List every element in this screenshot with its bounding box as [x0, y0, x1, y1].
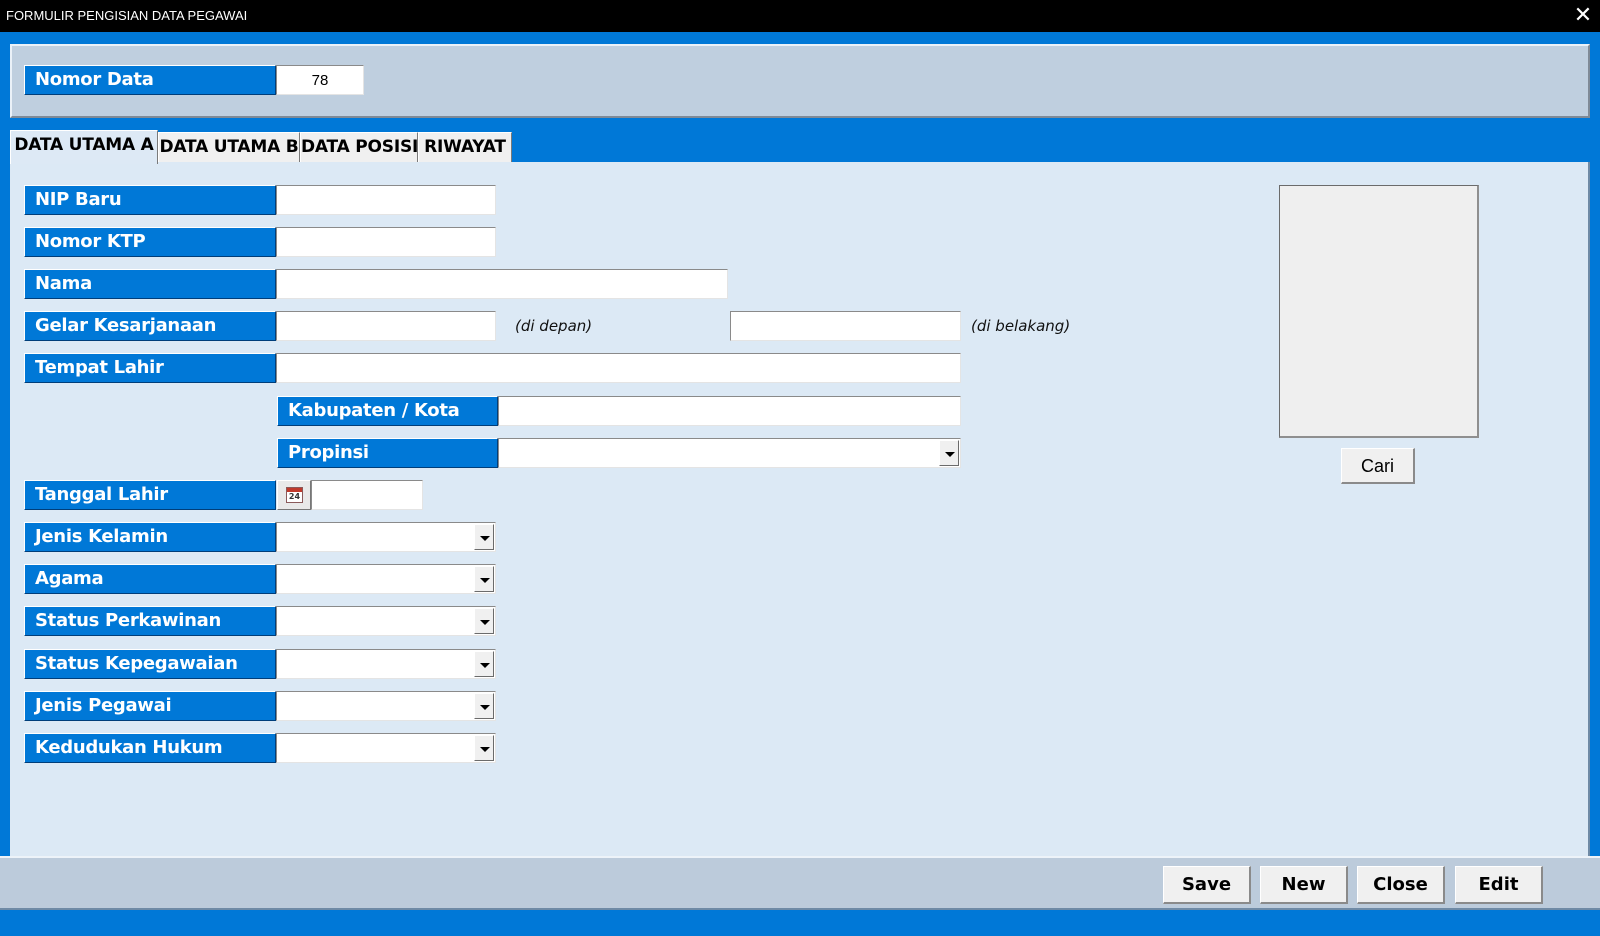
kedudukan-hukum-label: Kedudukan Hukum	[24, 733, 276, 763]
kedudukan-hukum-combo[interactable]	[276, 733, 496, 763]
nama-field[interactable]	[276, 269, 728, 299]
nomor-data-label: Nomor Data	[24, 65, 276, 95]
jenis-pegawai-label: Jenis Pegawai	[24, 691, 276, 721]
new-button[interactable]: New	[1260, 866, 1348, 904]
jenis-pegawai-combo[interactable]	[276, 691, 496, 721]
window-title: FORMULIR PENGISIAN DATA PEGAWAI	[6, 8, 248, 23]
gelar-belakang-note: (di belakang)	[971, 317, 1071, 335]
agama-label: Agama	[24, 564, 276, 594]
close-button[interactable]: Close	[1357, 866, 1445, 904]
nomor-ktp-label: Nomor KTP	[24, 227, 276, 257]
nomor-data-field[interactable]: 78	[276, 65, 364, 95]
propinsi-label: Propinsi	[277, 438, 498, 468]
propinsi-combo[interactable]	[498, 438, 961, 468]
chevron-down-icon[interactable]	[474, 566, 494, 592]
gelar-belakang-field[interactable]	[730, 311, 961, 341]
tempat-lahir-label: Tempat Lahir	[24, 353, 276, 383]
chevron-down-icon[interactable]	[474, 608, 494, 634]
nomor-ktp-field[interactable]	[276, 227, 496, 257]
chevron-down-icon[interactable]	[474, 651, 494, 677]
kabupaten-kota-label: Kabupaten / Kota	[277, 396, 498, 426]
calendar-day: 24	[288, 492, 301, 501]
status-kepegawaian-combo[interactable]	[276, 649, 496, 679]
chevron-down-icon[interactable]	[474, 693, 494, 719]
photo-frame	[1279, 185, 1479, 438]
calendar-button[interactable]: 24	[277, 480, 311, 510]
chevron-down-icon[interactable]	[939, 440, 959, 466]
tempat-lahir-field[interactable]	[276, 353, 961, 383]
tab-data-posisi[interactable]: DATA POSISI	[300, 132, 418, 162]
bottom-border	[0, 910, 1600, 936]
status-perkawinan-label: Status Perkawinan	[24, 606, 276, 636]
cari-button[interactable]: Cari	[1341, 448, 1415, 484]
nama-label: Nama	[24, 269, 276, 299]
tab-riwayat[interactable]: RIWAYAT	[418, 132, 512, 162]
gelar-kesarjanaan-label: Gelar Kesarjanaan	[24, 311, 276, 341]
status-perkawinan-combo[interactable]	[276, 606, 496, 636]
status-kepegawaian-label: Status Kepegawaian	[24, 649, 276, 679]
nip-baru-label: NIP Baru	[24, 185, 276, 215]
gelar-depan-field[interactable]	[276, 311, 496, 341]
jenis-kelamin-combo[interactable]	[276, 522, 496, 552]
tab-data-utama-b[interactable]: DATA UTAMA B	[158, 132, 300, 162]
gelar-depan-note: (di depan)	[515, 317, 593, 335]
save-button[interactable]: Save	[1163, 866, 1251, 904]
kabupaten-kota-field[interactable]	[498, 396, 961, 426]
chevron-down-icon[interactable]	[474, 524, 494, 550]
tanggal-lahir-label: Tanggal Lahir	[24, 480, 276, 510]
title-bar: FORMULIR PENGISIAN DATA PEGAWAI ✕	[0, 0, 1600, 32]
edit-button[interactable]: Edit	[1455, 866, 1543, 904]
agama-combo[interactable]	[276, 564, 496, 594]
tanggal-lahir-field[interactable]	[311, 480, 423, 510]
chevron-down-icon[interactable]	[474, 735, 494, 761]
calendar-icon: 24	[286, 487, 303, 503]
jenis-kelamin-label: Jenis Kelamin	[24, 522, 276, 552]
tab-data-utama-a[interactable]: DATA UTAMA A	[10, 130, 158, 164]
close-icon[interactable]: ✕	[1570, 2, 1596, 28]
nip-baru-field[interactable]	[276, 185, 496, 215]
